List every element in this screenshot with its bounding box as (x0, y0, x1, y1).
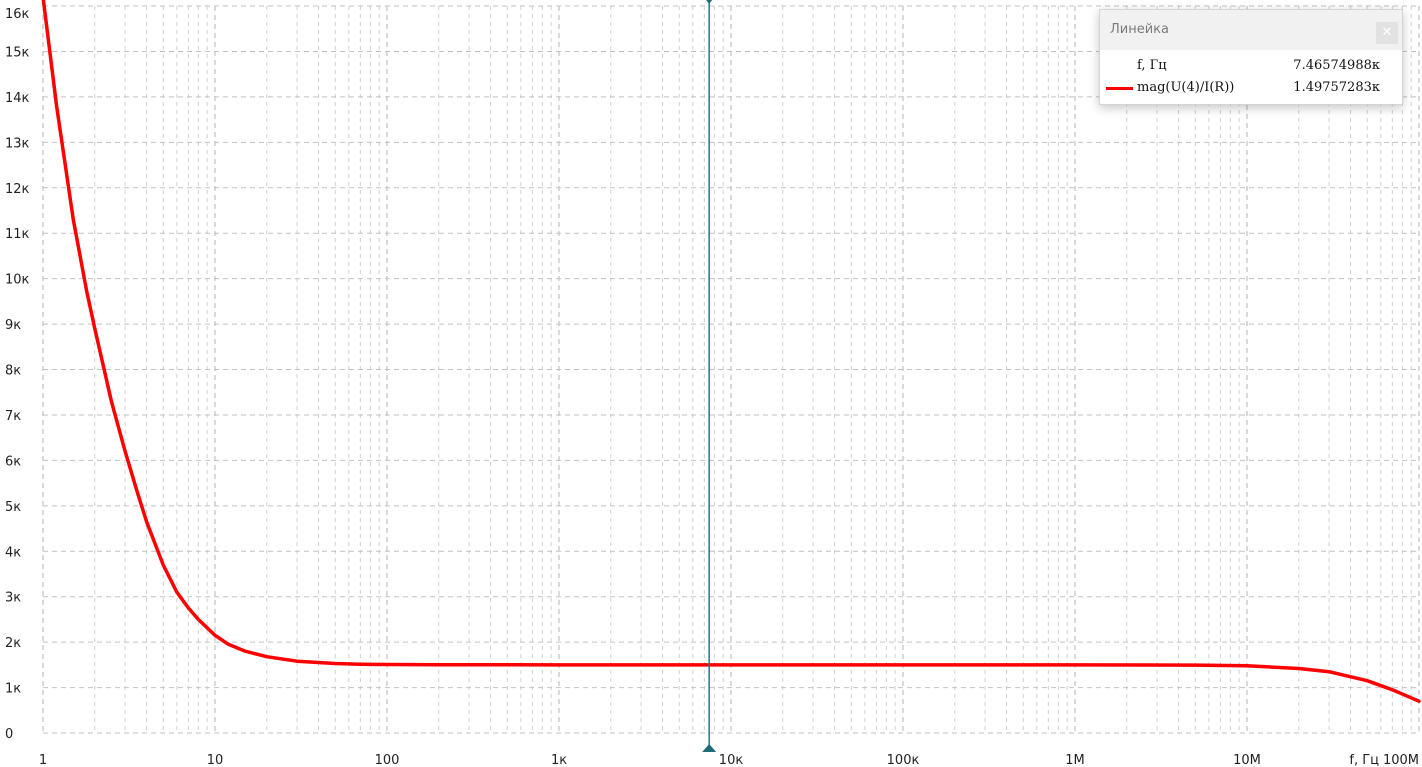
x-tick-label: 100 (375, 753, 400, 767)
x-tick-label: 1М (1065, 753, 1085, 767)
y-tick-label: 7к (5, 409, 21, 424)
y-tick-label: 10к (5, 273, 30, 288)
ruler-x-label: f, Гц (1137, 58, 1167, 73)
ruler-x-value: 7.46574988к (1293, 58, 1380, 73)
series-swatch-icon (1106, 87, 1133, 90)
y-tick-label: 5к (5, 500, 21, 515)
y-axis-labels: 0 1к 2к 3к 4к 5к 6к 7к 8к 9к 10к 11к 12к 13к 14к 15к 16к (5, 7, 30, 742)
close-icon[interactable]: ✕ (1376, 22, 1398, 44)
y-tick-label: 1к (5, 682, 21, 697)
x-axis-title: f, Гц (1349, 753, 1379, 767)
ruler-header[interactable]: Линейка ✕ (1100, 10, 1402, 50)
x-tick-label: 100М (1383, 753, 1419, 767)
y-tick-label: 2к (5, 636, 21, 651)
y-tick-label: 13к (5, 136, 30, 151)
y-tick-label: 15к (5, 45, 30, 60)
ruler-title: Линейка (1110, 22, 1169, 37)
x-tick-label: 10 (207, 753, 224, 767)
ruler-panel[interactable]: Линейка ✕ f, Гц 7.46574988к mag(U(4)/I(R… (1099, 9, 1403, 105)
cursor-marker-bottom-icon (702, 744, 717, 752)
ruler-row-frequency: f, Гц 7.46574988к (1100, 57, 1402, 77)
chart-plot[interactable]: 01к2к3к4к5к6к7к8к9к10к11к12к13к14к15к16к… (0, 0, 1422, 767)
x-tick-label: 100к (887, 753, 920, 767)
y-tick-label: 12к (5, 182, 30, 197)
x-tick-label: 1к (551, 753, 567, 767)
y-tick-label: 14к (5, 91, 30, 106)
y-tick-label: 9к (5, 318, 21, 333)
cursor-marker-top-icon (706, 0, 713, 4)
x-axis-labels: 1 10 100 1к 10к 100к 1М 10М 100М (39, 753, 1419, 767)
x-tick-label: 10М (1233, 753, 1261, 767)
y-tick-label: 11к (5, 227, 30, 242)
y-tick-label: 8к (5, 364, 21, 379)
y-tick-label: 0 (5, 727, 13, 742)
x-tick-label: 1 (39, 753, 47, 767)
ruler-row-series: mag(U(4)/I(R)) 1.49757283к (1100, 79, 1402, 99)
ruler-series-label: mag(U(4)/I(R)) (1137, 80, 1235, 95)
y-tick-label: 16к (5, 7, 30, 22)
y-tick-label: 6к (5, 454, 21, 469)
y-tick-label: 4к (5, 545, 21, 560)
y-tick-label: 3к (5, 591, 21, 606)
ruler-series-value: 1.49757283к (1293, 80, 1380, 95)
grid (42, 5, 1420, 734)
x-tick-label: 10к (719, 753, 744, 767)
